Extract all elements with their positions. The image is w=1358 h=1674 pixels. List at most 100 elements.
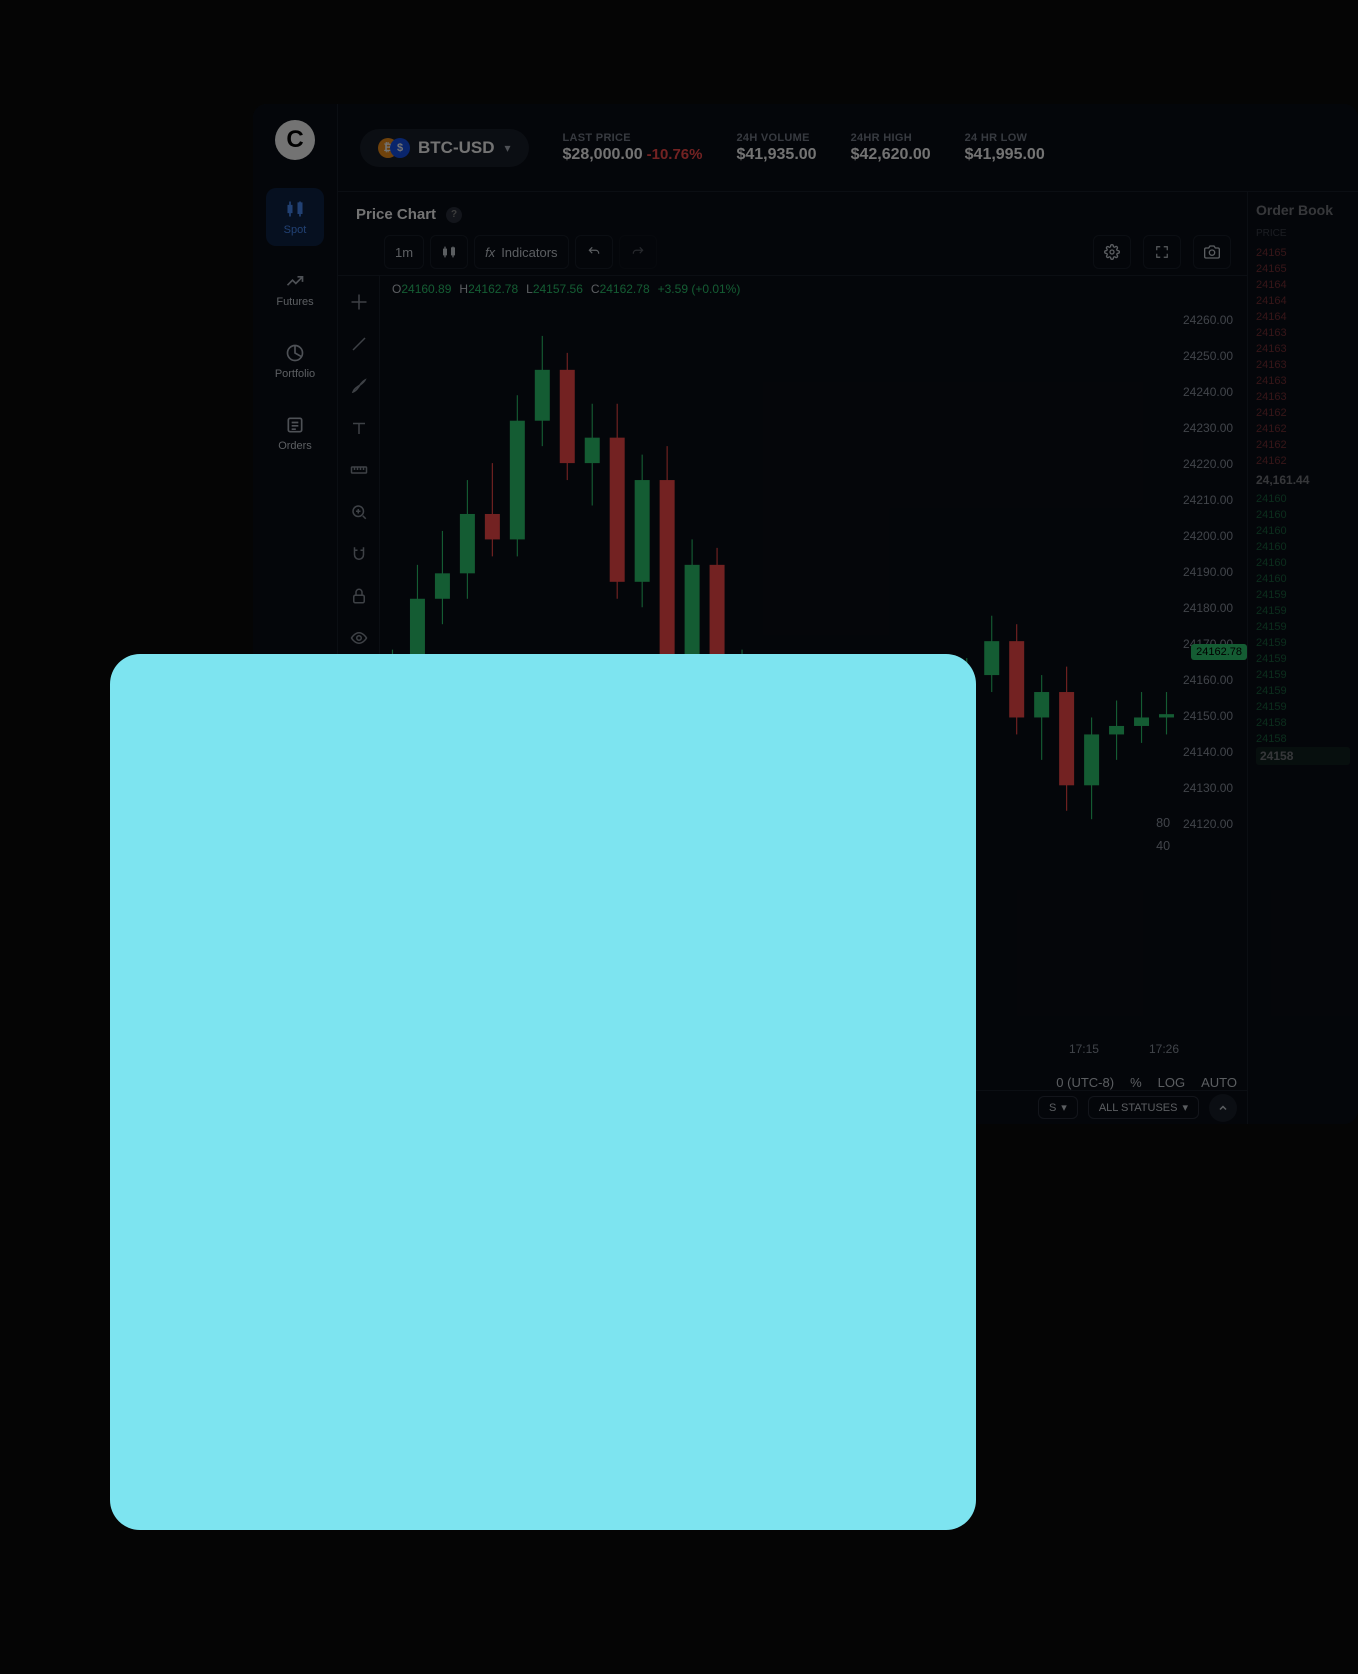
redo-button[interactable] bbox=[619, 235, 657, 269]
orderbook-ask-row[interactable]: 24164 bbox=[1256, 277, 1350, 293]
sidebar-item-label: Orders bbox=[278, 440, 312, 452]
candle-style-button[interactable] bbox=[430, 235, 468, 269]
orderbook-ask-row[interactable]: 24162 bbox=[1256, 405, 1350, 421]
orderbook-bid-row[interactable]: 24158 bbox=[1256, 731, 1350, 747]
text-tool[interactable] bbox=[347, 416, 371, 440]
trendline-tool[interactable] bbox=[347, 332, 371, 356]
orderbook-last-bid: 24158 bbox=[1256, 747, 1350, 765]
orderbook-ask-row[interactable]: 24165 bbox=[1256, 261, 1350, 277]
sidebar-item-label: Spot bbox=[284, 224, 307, 236]
fullscreen-button[interactable] bbox=[1143, 235, 1181, 269]
stat-value: $41,995.00 bbox=[965, 146, 1045, 164]
stat-last-price: LAST PRICE $28,000.00-10.76% bbox=[563, 132, 703, 164]
price-axis[interactable]: 24260.0024250.0024240.0024230.0024220.00… bbox=[1179, 302, 1247, 842]
price-tick: 24130.00 bbox=[1179, 770, 1247, 806]
orderbook-bid-row[interactable]: 24159 bbox=[1256, 635, 1350, 651]
price-tick: 24230.00 bbox=[1179, 410, 1247, 446]
orderbook-ask-row[interactable]: 24162 bbox=[1256, 421, 1350, 437]
orderbook-ask-row[interactable]: 24164 bbox=[1256, 293, 1350, 309]
stat-24h-volume: 24H VOLUME $41,935.00 bbox=[736, 132, 816, 164]
price-tick: 24180.00 bbox=[1179, 590, 1247, 626]
time-tick: 17:26 bbox=[1149, 1042, 1179, 1056]
sidebar-item-orders[interactable]: Orders bbox=[266, 404, 324, 462]
orderbook-ask-row[interactable]: 24163 bbox=[1256, 389, 1350, 405]
time-tick: 17:15 bbox=[1069, 1042, 1099, 1056]
lock-tool[interactable] bbox=[347, 584, 371, 608]
orderbook-ask-row[interactable]: 24165 bbox=[1256, 245, 1350, 261]
stat-24-hr-low: 24 HR LOW$41,995.00 bbox=[965, 132, 1045, 164]
snapshot-button[interactable] bbox=[1193, 235, 1231, 269]
filter-dropdown-1[interactable]: S▾ bbox=[1038, 1096, 1078, 1119]
orderbook-ask-row[interactable]: 24162 bbox=[1256, 453, 1350, 469]
usd-icon: $ bbox=[390, 138, 410, 158]
orderbook-ask-row[interactable]: 24162 bbox=[1256, 437, 1350, 453]
orderbook-ask-row[interactable]: 24163 bbox=[1256, 357, 1350, 373]
price-tick: 24250.00 bbox=[1179, 338, 1247, 374]
list-icon bbox=[284, 414, 306, 436]
pie-icon bbox=[284, 342, 306, 364]
pair-selector[interactable]: ₿ $ BTC-USD ▾ bbox=[360, 129, 529, 167]
stat-label: 24H VOLUME bbox=[736, 132, 816, 144]
orderbook-header: PRICE bbox=[1256, 228, 1350, 239]
stat-value: $28,000.00-10.76% bbox=[563, 146, 703, 164]
stat-value: $42,620.00 bbox=[851, 146, 931, 164]
zoom-tool[interactable] bbox=[347, 500, 371, 524]
settings-button[interactable] bbox=[1093, 235, 1131, 269]
price-tick: 24190.00 bbox=[1179, 554, 1247, 590]
trend-icon bbox=[284, 270, 306, 292]
ruler-tool[interactable] bbox=[347, 458, 371, 482]
price-tick: 24210.00 bbox=[1179, 482, 1247, 518]
undo-button[interactable] bbox=[575, 235, 613, 269]
percent-button[interactable]: % bbox=[1130, 1075, 1142, 1090]
orderbook-bid-row[interactable]: 24160 bbox=[1256, 491, 1350, 507]
price-tick: 24200.00 bbox=[1179, 518, 1247, 554]
sidebar-item-futures[interactable]: Futures bbox=[266, 260, 324, 318]
orderbook-bid-row[interactable]: 24159 bbox=[1256, 651, 1350, 667]
pair-label: BTC-USD bbox=[418, 138, 495, 158]
stat-value: $41,935.00 bbox=[736, 146, 816, 164]
magnet-tool[interactable] bbox=[347, 542, 371, 566]
sidebar-item-portfolio[interactable]: Portfolio bbox=[266, 332, 324, 390]
price-tick: 24150.00 bbox=[1179, 698, 1247, 734]
sidebar-item-label: Futures bbox=[276, 296, 313, 308]
eye-tool[interactable] bbox=[347, 626, 371, 650]
auto-button[interactable]: AUTO bbox=[1201, 1075, 1237, 1090]
orderbook-ask-row[interactable]: 24163 bbox=[1256, 325, 1350, 341]
orderbook-bid-row[interactable]: 24158 bbox=[1256, 715, 1350, 731]
svg-text:40: 40 bbox=[1156, 839, 1170, 853]
log-button[interactable]: LOG bbox=[1158, 1075, 1185, 1090]
orderbook-bid-row[interactable]: 24159 bbox=[1256, 619, 1350, 635]
logo[interactable]: C bbox=[275, 120, 315, 160]
filter-statuses[interactable]: ALL STATUSES▾ bbox=[1088, 1096, 1199, 1119]
overlay-card[interactable] bbox=[110, 654, 976, 1530]
orderbook-bid-row[interactable]: 24159 bbox=[1256, 683, 1350, 699]
stat-label: LAST PRICE bbox=[563, 132, 703, 144]
orderbook-bid-row[interactable]: 24159 bbox=[1256, 587, 1350, 603]
orderbook-ask-row[interactable]: 24164 bbox=[1256, 309, 1350, 325]
chart-title: Price Chart bbox=[356, 206, 436, 223]
orderbook-bid-row[interactable]: 24160 bbox=[1256, 571, 1350, 587]
indicators-button[interactable]: fx Indicators bbox=[474, 235, 569, 269]
orderbook-bid-row[interactable]: 24160 bbox=[1256, 555, 1350, 571]
orderbook-ask-row[interactable]: 24163 bbox=[1256, 341, 1350, 357]
price-tick: 24260.00 bbox=[1179, 302, 1247, 338]
orderbook-title: Order Book bbox=[1256, 202, 1350, 218]
orderbook-ask-row[interactable]: 24163 bbox=[1256, 373, 1350, 389]
collapse-button[interactable] bbox=[1209, 1094, 1237, 1122]
help-icon[interactable]: ? bbox=[446, 207, 462, 223]
crosshair-tool[interactable] bbox=[347, 290, 371, 314]
sidebar-item-spot[interactable]: Spot bbox=[266, 188, 324, 246]
svg-text:80: 80 bbox=[1156, 816, 1170, 830]
brush-tool[interactable] bbox=[347, 374, 371, 398]
interval-button[interactable]: 1m bbox=[384, 235, 424, 269]
timezone-button[interactable]: 0 (UTC-8) bbox=[1056, 1075, 1114, 1090]
price-tick: 24120.00 bbox=[1179, 806, 1247, 842]
orderbook-bid-row[interactable]: 24159 bbox=[1256, 699, 1350, 715]
orderbook-bid-row[interactable]: 24160 bbox=[1256, 539, 1350, 555]
orderbook-bid-row[interactable]: 24159 bbox=[1256, 603, 1350, 619]
price-tick: 24220.00 bbox=[1179, 446, 1247, 482]
orderbook-bid-row[interactable]: 24159 bbox=[1256, 667, 1350, 683]
orderbook-bid-row[interactable]: 24160 bbox=[1256, 523, 1350, 539]
candles-icon bbox=[284, 198, 306, 220]
orderbook-bid-row[interactable]: 24160 bbox=[1256, 507, 1350, 523]
